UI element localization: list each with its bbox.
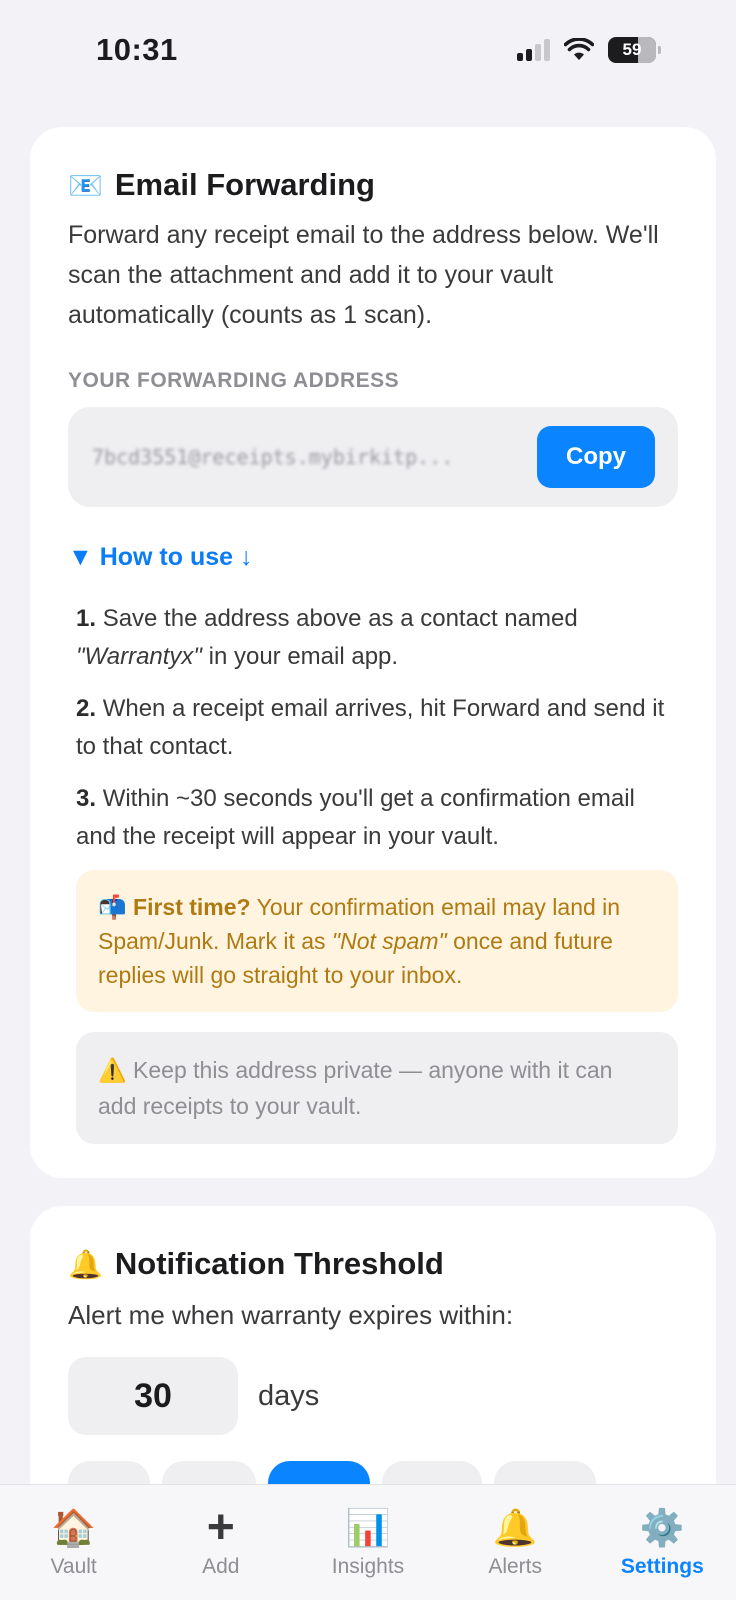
bell-icon: 🔔 bbox=[68, 1248, 103, 1280]
status-bar: 10:31 59 bbox=[0, 0, 736, 100]
status-time: 10:31 bbox=[96, 32, 178, 67]
contact-name: "Warrantyx" bbox=[76, 643, 202, 670]
tab-label: Vault bbox=[50, 1555, 97, 1578]
wifi-icon bbox=[564, 38, 594, 60]
how-to-use-toggle[interactable]: ▼ How to use ↓ bbox=[68, 543, 678, 572]
gear-icon: ⚙️ bbox=[639, 1507, 685, 1548]
step-text: When a receipt email arrives, hit Forwar… bbox=[76, 695, 665, 760]
tab-label: Alerts bbox=[488, 1555, 542, 1578]
tab-insights[interactable]: 📊 Insights bbox=[308, 1507, 428, 1579]
house-icon: 🏠 bbox=[51, 1507, 96, 1548]
bar-chart-icon: 📊 bbox=[345, 1507, 391, 1548]
email-forwarding-description: Forward any receipt email to the address… bbox=[68, 221, 659, 329]
privacy-warning: ⚠️ Keep this address private — anyone wi… bbox=[76, 1032, 678, 1144]
tab-label: Add bbox=[202, 1555, 240, 1578]
tab-bar: 🏠 Vault + Add 📊 Insights 🔔 Alerts ⚙️ Set… bbox=[0, 1484, 736, 1600]
email-forwarding-card: 📧 Email Forwarding Forward any receipt e… bbox=[30, 127, 716, 1178]
mailbox-icon: 📬 bbox=[98, 894, 127, 920]
notification-threshold-title: 🔔 Notification Threshold bbox=[68, 1246, 678, 1282]
instruction-step-3: 3. Within ~30 seconds you'll get a confi… bbox=[76, 780, 678, 856]
days-row: 30 days bbox=[68, 1357, 678, 1435]
battery-icon: 59 bbox=[608, 37, 661, 63]
forwarding-address[interactable]: 7bcd3551@receipts.mybirkitp... bbox=[92, 445, 512, 469]
tab-settings[interactable]: ⚙️ Settings bbox=[602, 1507, 722, 1579]
instruction-step-1: 1. Save the address above as a contact n… bbox=[76, 600, 678, 676]
first-time-heading: First time? bbox=[133, 894, 251, 920]
email-forwarding-title: 📧 Email Forwarding bbox=[68, 167, 678, 203]
tab-label: Insights bbox=[331, 1555, 405, 1578]
battery-level: 59 bbox=[622, 40, 642, 59]
not-spam-label: "Not spam" bbox=[331, 928, 447, 954]
tab-label: Settings bbox=[620, 1555, 704, 1578]
email-forwarding-title-text: Email Forwarding bbox=[114, 167, 375, 202]
days-unit-label: days bbox=[258, 1379, 320, 1412]
forwarding-address-box: 7bcd3551@receipts.mybirkitp... Copy bbox=[68, 407, 678, 507]
instructions-list: 1. Save the address above as a contact n… bbox=[68, 600, 678, 856]
warning-icon: ⚠️ bbox=[98, 1057, 127, 1083]
instruction-step-2: 2. When a receipt email arrives, hit For… bbox=[76, 690, 678, 766]
first-time-notice: 📬 First time? Your confirmation email ma… bbox=[76, 870, 678, 1012]
tab-vault[interactable]: 🏠 Vault bbox=[14, 1507, 134, 1579]
step-number: 2. bbox=[76, 695, 97, 722]
cellular-signal-icon bbox=[517, 39, 550, 61]
step-text: in your email app. bbox=[201, 643, 399, 670]
step-text: Within ~30 seconds you'll get a confirma… bbox=[76, 785, 635, 850]
forwarding-address-label: YOUR FORWARDING ADDRESS bbox=[68, 369, 400, 392]
plus-icon: + bbox=[206, 1501, 235, 1554]
tab-add[interactable]: + Add bbox=[161, 1501, 281, 1579]
threshold-description: Alert me when warranty expires within: bbox=[68, 1300, 514, 1330]
step-number: 3. bbox=[76, 785, 97, 812]
warning-text: Keep this address private — anyone with … bbox=[98, 1057, 613, 1119]
bell-icon: 🔔 bbox=[492, 1507, 538, 1548]
step-text: Save the address above as a contact name… bbox=[102, 605, 578, 632]
notification-threshold-title-text: Notification Threshold bbox=[114, 1246, 444, 1281]
tab-alerts[interactable]: 🔔 Alerts bbox=[455, 1507, 575, 1579]
step-number: 1. bbox=[76, 605, 97, 632]
envelope-icon: 📧 bbox=[68, 169, 103, 201]
days-input[interactable]: 30 bbox=[68, 1357, 238, 1435]
copy-button[interactable]: Copy bbox=[537, 426, 655, 488]
status-icons: 59 bbox=[517, 37, 661, 63]
